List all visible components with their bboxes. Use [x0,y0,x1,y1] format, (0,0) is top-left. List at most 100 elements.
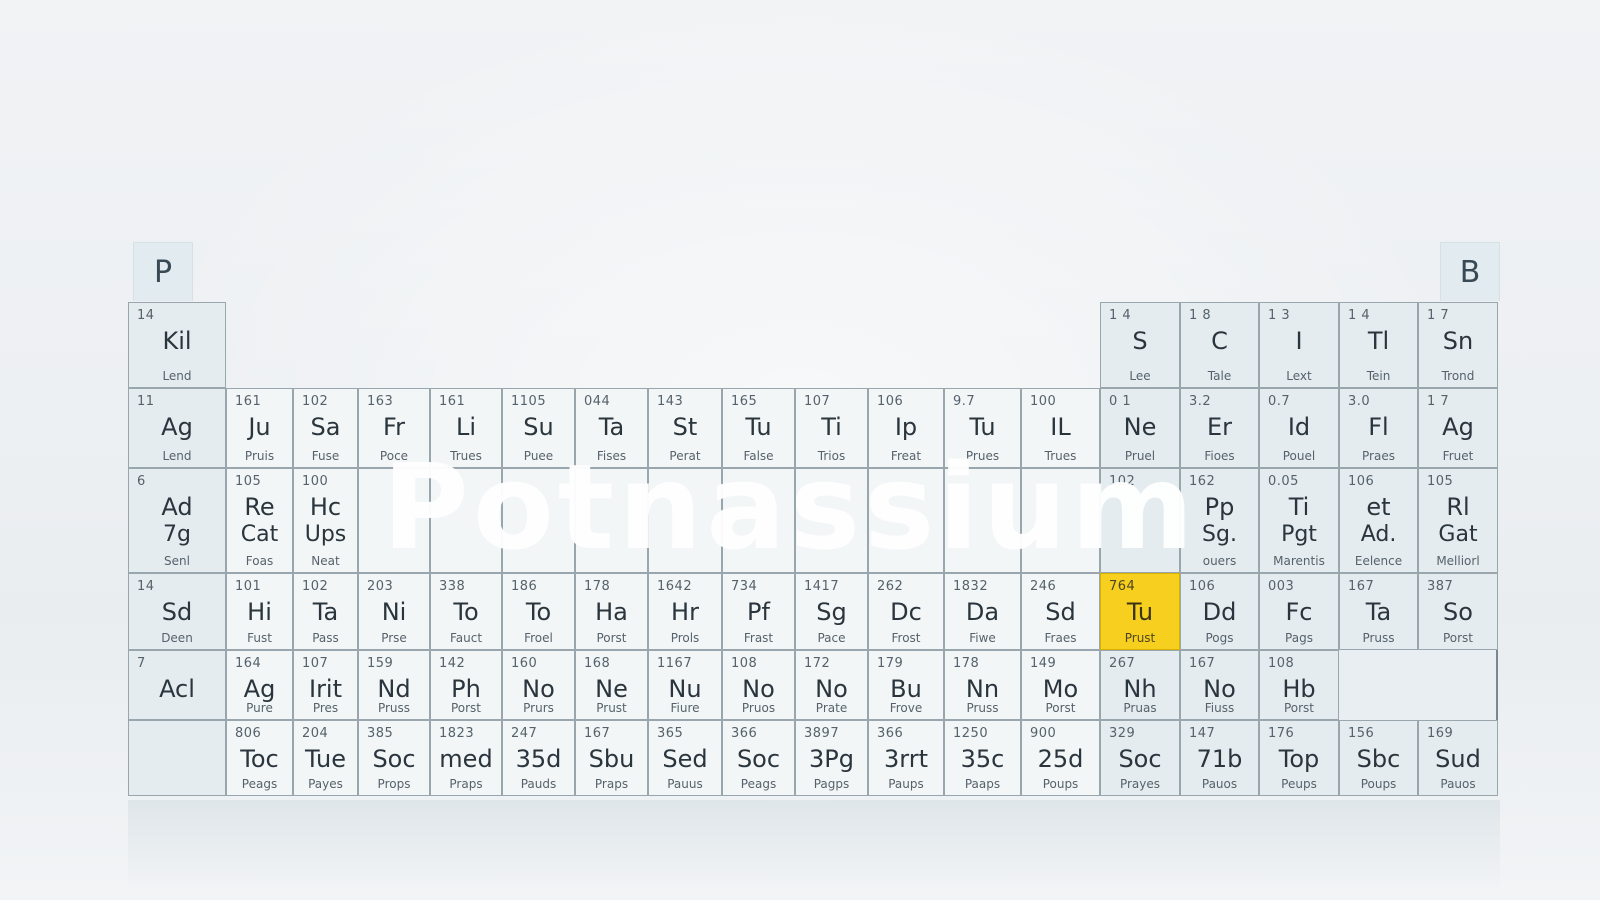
element-cell[interactable]: 3897 3Pg Pagps [795,720,868,796]
element-cell[interactable]: 156 Sbc Poups [1339,720,1418,796]
element-cell[interactable]: 176 Top Peups [1259,720,1339,796]
element-cell[interactable]: 1 4 S Lee [1100,302,1180,388]
atomic-number: 366 [731,726,758,741]
element-cell[interactable]: 167 Ta Pruss [1339,573,1418,650]
element-cell[interactable]: 366 3rrt Paups [868,720,944,796]
element-cell[interactable]: 106 Dd Pogs [1180,573,1259,650]
element-cell[interactable]: 160 No Prurs [502,650,575,720]
element-cell[interactable]: 167 Sbu Praps [575,720,648,796]
element-cell[interactable]: 179 Bu Frove [868,650,944,720]
element-cell[interactable]: 1 7 Ag Fruet [1418,388,1498,468]
element-cell[interactable]: 1 4 Tl Tein [1339,302,1418,388]
element-cell[interactable]: 102 Ta Pass [293,573,358,650]
element-label: Prols [670,631,700,645]
element-cell[interactable]: 365 Sed Pauus [648,720,722,796]
element-symbol: med [439,745,493,773]
atomic-number: 142 [439,656,466,671]
element-cell[interactable]: 147 71b Pauos [1180,720,1259,796]
element-cell[interactable]: 105 Re Cat Foas [226,468,293,573]
atomic-number: 1642 [657,579,693,594]
atomic-number: 203 [367,579,394,594]
element-cell-highlighted[interactable]: 764 Tu Prust [1100,573,1180,650]
element-cell[interactable]: 7 Acl [128,650,226,720]
element-name-overlay: Potnassium [382,438,1198,576]
element-cell[interactable]: 247 35d Pauds [502,720,575,796]
element-symbol: Fl [1368,413,1389,441]
element-cell[interactable]: 1832 Da Fiwe [944,573,1021,650]
element-cell[interactable]: 159 Nd Pruss [358,650,430,720]
element-cell[interactable]: 14 Kil Lend [128,302,226,388]
element-cell[interactable]: 1417 Sg Pace [795,573,868,650]
element-cell[interactable]: 11 Ag Lend [128,388,226,468]
element-cell[interactable]: 167 No Fiuss [1180,650,1259,720]
element-cell[interactable]: 100 Hc Ups Neat [293,468,358,573]
element-symbol: Da [965,598,1000,626]
element-cell[interactable]: 385 Soc Props [358,720,430,796]
element-cell[interactable]: 366 Soc Peags [722,720,795,796]
element-cell[interactable]: 161 Ju Pruis [226,388,293,468]
atomic-number: 1 7 [1427,308,1450,323]
element-cell[interactable]: 734 Pf Frast [722,573,795,650]
element-label: Eelence [1354,554,1403,568]
element-label: Tale [1207,369,1232,383]
element-cell[interactable]: 203 Ni Prse [358,573,430,650]
element-symbol: Sed [662,745,708,773]
element-cell[interactable]: 102 Sa Fuse [293,388,358,468]
atomic-number: 163 [367,394,394,409]
element-cell[interactable]: 108 Hb Porst [1259,650,1339,720]
element-cell[interactable]: 186 To Froel [502,573,575,650]
element-cell[interactable]: 262 Dc Frost [868,573,944,650]
element-cell[interactable]: 1 8 C Tale [1180,302,1259,388]
element-cell[interactable]: 107 Irit Pres [293,650,358,720]
element-cell[interactable]: 6 Ad 7g Senl [128,468,226,573]
element-cell[interactable]: 101 Hi Fust [226,573,293,650]
element-cell[interactable]: 149 Mo Porst [1021,650,1100,720]
element-cell[interactable]: 108 No Pruos [722,650,795,720]
element-cell[interactable]: 14 Sd Deen [128,573,226,650]
element-cell[interactable]: 1 7 Sn Trond [1418,302,1498,388]
element-label: Prust [1124,631,1156,645]
atomic-number: 764 [1109,579,1136,594]
element-cell[interactable]: 338 To Fauct [430,573,502,650]
element-cell[interactable]: 172 No Prate [795,650,868,720]
atomic-number: 366 [877,726,904,741]
element-cell[interactable]: 106 et Ad. Eelence [1339,468,1418,573]
element-label: Marentis [1273,554,1325,568]
element-cell[interactable]: 168 Ne Prust [575,650,648,720]
element-cell[interactable]: 329 Soc Prayes [1100,720,1180,796]
atomic-number: 178 [584,579,611,594]
element-symbol: Ta [312,598,339,626]
element-cell[interactable]: 900 25d Poups [1021,720,1100,796]
element-cell[interactable]: 178 Ha Porst [575,573,648,650]
element-cell[interactable]: 164 Ag Pure [226,650,293,720]
element-cell[interactable]: 0.05 Ti Pgt Marentis [1259,468,1339,573]
element-symbol: To [453,598,479,626]
element-cell[interactable]: 267 Nh Pruas [1100,650,1180,720]
element-symbol: et [1366,493,1391,521]
atomic-number: 159 [367,656,394,671]
element-cell[interactable]: 169 Sud Pauos [1418,720,1498,796]
element-cell[interactable]: 806 Toc Peags [226,720,293,796]
element-cell[interactable]: 1167 Nu Fiure [648,650,722,720]
element-cell[interactable]: 0.7 Id Pouel [1259,388,1339,468]
element-cell[interactable]: 246 Sd Fraes [1021,573,1100,650]
element-label: Pruis [244,449,275,463]
atomic-number: 106 [1189,579,1216,594]
element-symbol: Ag [1442,413,1474,441]
element-cell[interactable]: 1 3 I Lext [1259,302,1339,388]
atomic-number: 143 [657,394,684,409]
element-cell[interactable]: 105 Rl Gat Melliorl [1418,468,1498,573]
element-cell[interactable]: 387 So Porst [1418,573,1498,650]
element-cell[interactable]: 1642 Hr Prols [648,573,722,650]
atomic-number: 176 [1268,726,1295,741]
element-cell[interactable]: 003 Fc Pags [1259,573,1339,650]
element-cell[interactable]: 142 Ph Porst [430,650,502,720]
element-label: Pauus [667,777,703,791]
element-cell[interactable]: 204 Tue Payes [293,720,358,796]
element-cell[interactable]: 1250 35c Paaps [944,720,1021,796]
element-cell[interactable]: 1823 med Praps [430,720,502,796]
element-cell[interactable]: 178 Nn Pruss [944,650,1021,720]
atomic-number: 161 [235,394,262,409]
element-cell[interactable]: 3.0 Fl Praes [1339,388,1418,468]
atomic-number: 3.2 [1189,394,1212,409]
